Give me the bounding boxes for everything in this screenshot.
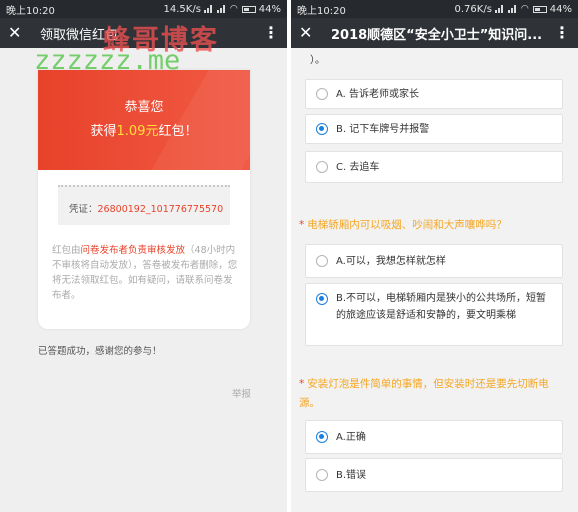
battery-level: 44% (549, 3, 572, 15)
more-menu-icon[interactable]: ⋮ (554, 18, 570, 48)
amount-value: 1.09元 (116, 124, 159, 139)
option-label: B. 记下车牌号并报警 (336, 123, 430, 135)
radio-selected-icon[interactable] (316, 293, 328, 305)
question-text: 安装灯泡是件简单的事情，但安装时还是要先切断电源。 (299, 378, 549, 409)
question-3: * 安装灯泡是件简单的事情，但安装时还是要先切断电源。 (299, 375, 569, 413)
voucher-box: 凭证：26800192_101776775570 (58, 185, 230, 225)
option-q1-c[interactable]: C. 去追车 (305, 151, 563, 183)
status-time: 晚上10:20 (6, 5, 55, 17)
note-prefix: 红包由 (52, 245, 81, 256)
report-link[interactable]: 举报 (232, 386, 251, 400)
battery-icon (241, 5, 256, 13)
congrats-text: 恭喜您 (124, 100, 164, 115)
network-speed: 0.76K/s (454, 3, 492, 15)
signal-icon (216, 5, 227, 13)
option-q2-a[interactable]: A.可以，我想怎样就怎样 (305, 244, 563, 278)
red-packet-card: 恭喜您 获得1.09元红包！ 凭证：26800192_101776775570 … (38, 70, 250, 329)
option-label: A.可以，我想怎样就怎样 (336, 255, 446, 267)
option-q3-a[interactable]: A.正确 (305, 420, 563, 454)
red-packet-banner: 恭喜您 获得1.09元红包！ (38, 70, 250, 170)
option-q1-a[interactable]: A. 告诉老师或家长 (305, 79, 563, 109)
radio-icon[interactable] (316, 255, 328, 267)
wifi-icon: ◠ (229, 4, 238, 14)
right-screen: 晚上10:20 0.76K/s ◠ 44% ✕ 2018顺德区“安全小卫士”知识… (291, 0, 578, 512)
note-highlight: 问卷发布者负责审核发放 (80, 245, 186, 256)
watermark-url: zzzzzz.me (34, 45, 181, 76)
radio-icon[interactable] (316, 161, 328, 173)
radio-icon[interactable] (316, 469, 328, 481)
amount-line: 获得1.09元红包！ (38, 120, 250, 139)
prev-question-tail: ）。 (310, 55, 325, 66)
amount-suffix: 红包！ (158, 124, 198, 139)
status-bar: 晚上10:20 0.76K/s ◠ 44% (291, 0, 578, 18)
radio-selected-icon[interactable] (316, 431, 328, 443)
wifi-icon: ◠ (520, 4, 529, 14)
close-icon[interactable]: ✕ (299, 18, 321, 48)
radio-selected-icon[interactable] (316, 123, 328, 135)
question-2: * 电梯轿厢内可以吸烟、吵闹和大声嚷哗吗？ (299, 216, 569, 235)
signal-icon (507, 5, 518, 13)
left-screen: 晚上10:20 14.5K/s ◠ 44% ✕ 领取微信红包 ⋮ 恭喜您 获得1… (0, 0, 287, 512)
close-icon[interactable]: ✕ (8, 18, 30, 48)
required-marker: * (299, 219, 305, 231)
option-label: B.错误 (336, 469, 367, 481)
page-title: 2018顺德区“安全小卫士”知识问... (331, 27, 543, 43)
option-label: B.不可以，电梯轿厢内是狭小的公共场所，短暂的旅途应该是舒适和安静的，要文明乘梯 (336, 293, 547, 321)
amount-prefix: 获得 (90, 124, 117, 139)
battery-level: 44% (258, 3, 281, 15)
top-nav-bar: ✕ 2018顺德区“安全小卫士”知识问... ⋮ (291, 18, 578, 48)
network-speed: 14.5K/s (163, 3, 201, 15)
status-time: 晚上10:20 (297, 5, 346, 17)
red-packet-note: 红包由问卷发布者负责审核发放（48小时内不审核将自动发放），答卷被发布者删除，您… (52, 243, 238, 303)
success-message: 已答题成功，感谢您的参与！ (38, 346, 162, 357)
status-indicators: 0.76K/s ◠ 44% (455, 4, 573, 15)
signal-icon (203, 5, 214, 13)
signal-icon (494, 5, 505, 13)
voucher-line: 凭证：26800192_101776775570 (69, 201, 223, 215)
status-indicators: 14.5K/s ◠ 44% (164, 4, 282, 15)
option-label: A. 告诉老师或家长 (336, 88, 420, 100)
battery-icon (532, 5, 547, 13)
status-bar: 晚上10:20 14.5K/s ◠ 44% (0, 0, 287, 18)
radio-icon[interactable] (316, 88, 328, 100)
more-menu-icon[interactable]: ⋮ (263, 18, 279, 48)
voucher-value: 26800192_101776775570 (97, 204, 224, 215)
question-text: 电梯轿厢内可以吸烟、吵闹和大声嚷哗吗？ (307, 219, 507, 231)
option-label: C. 去追车 (336, 161, 380, 173)
option-q3-b[interactable]: B.错误 (305, 458, 563, 492)
voucher-label: 凭证： (69, 204, 98, 215)
required-marker: * (299, 378, 305, 390)
option-q2-b[interactable]: B.不可以，电梯轿厢内是狭小的公共场所，短暂的旅途应该是舒适和安静的，要文明乘梯 (305, 283, 563, 346)
option-q1-b[interactable]: B. 记下车牌号并报警 (305, 114, 563, 144)
option-label: A.正确 (336, 431, 366, 443)
